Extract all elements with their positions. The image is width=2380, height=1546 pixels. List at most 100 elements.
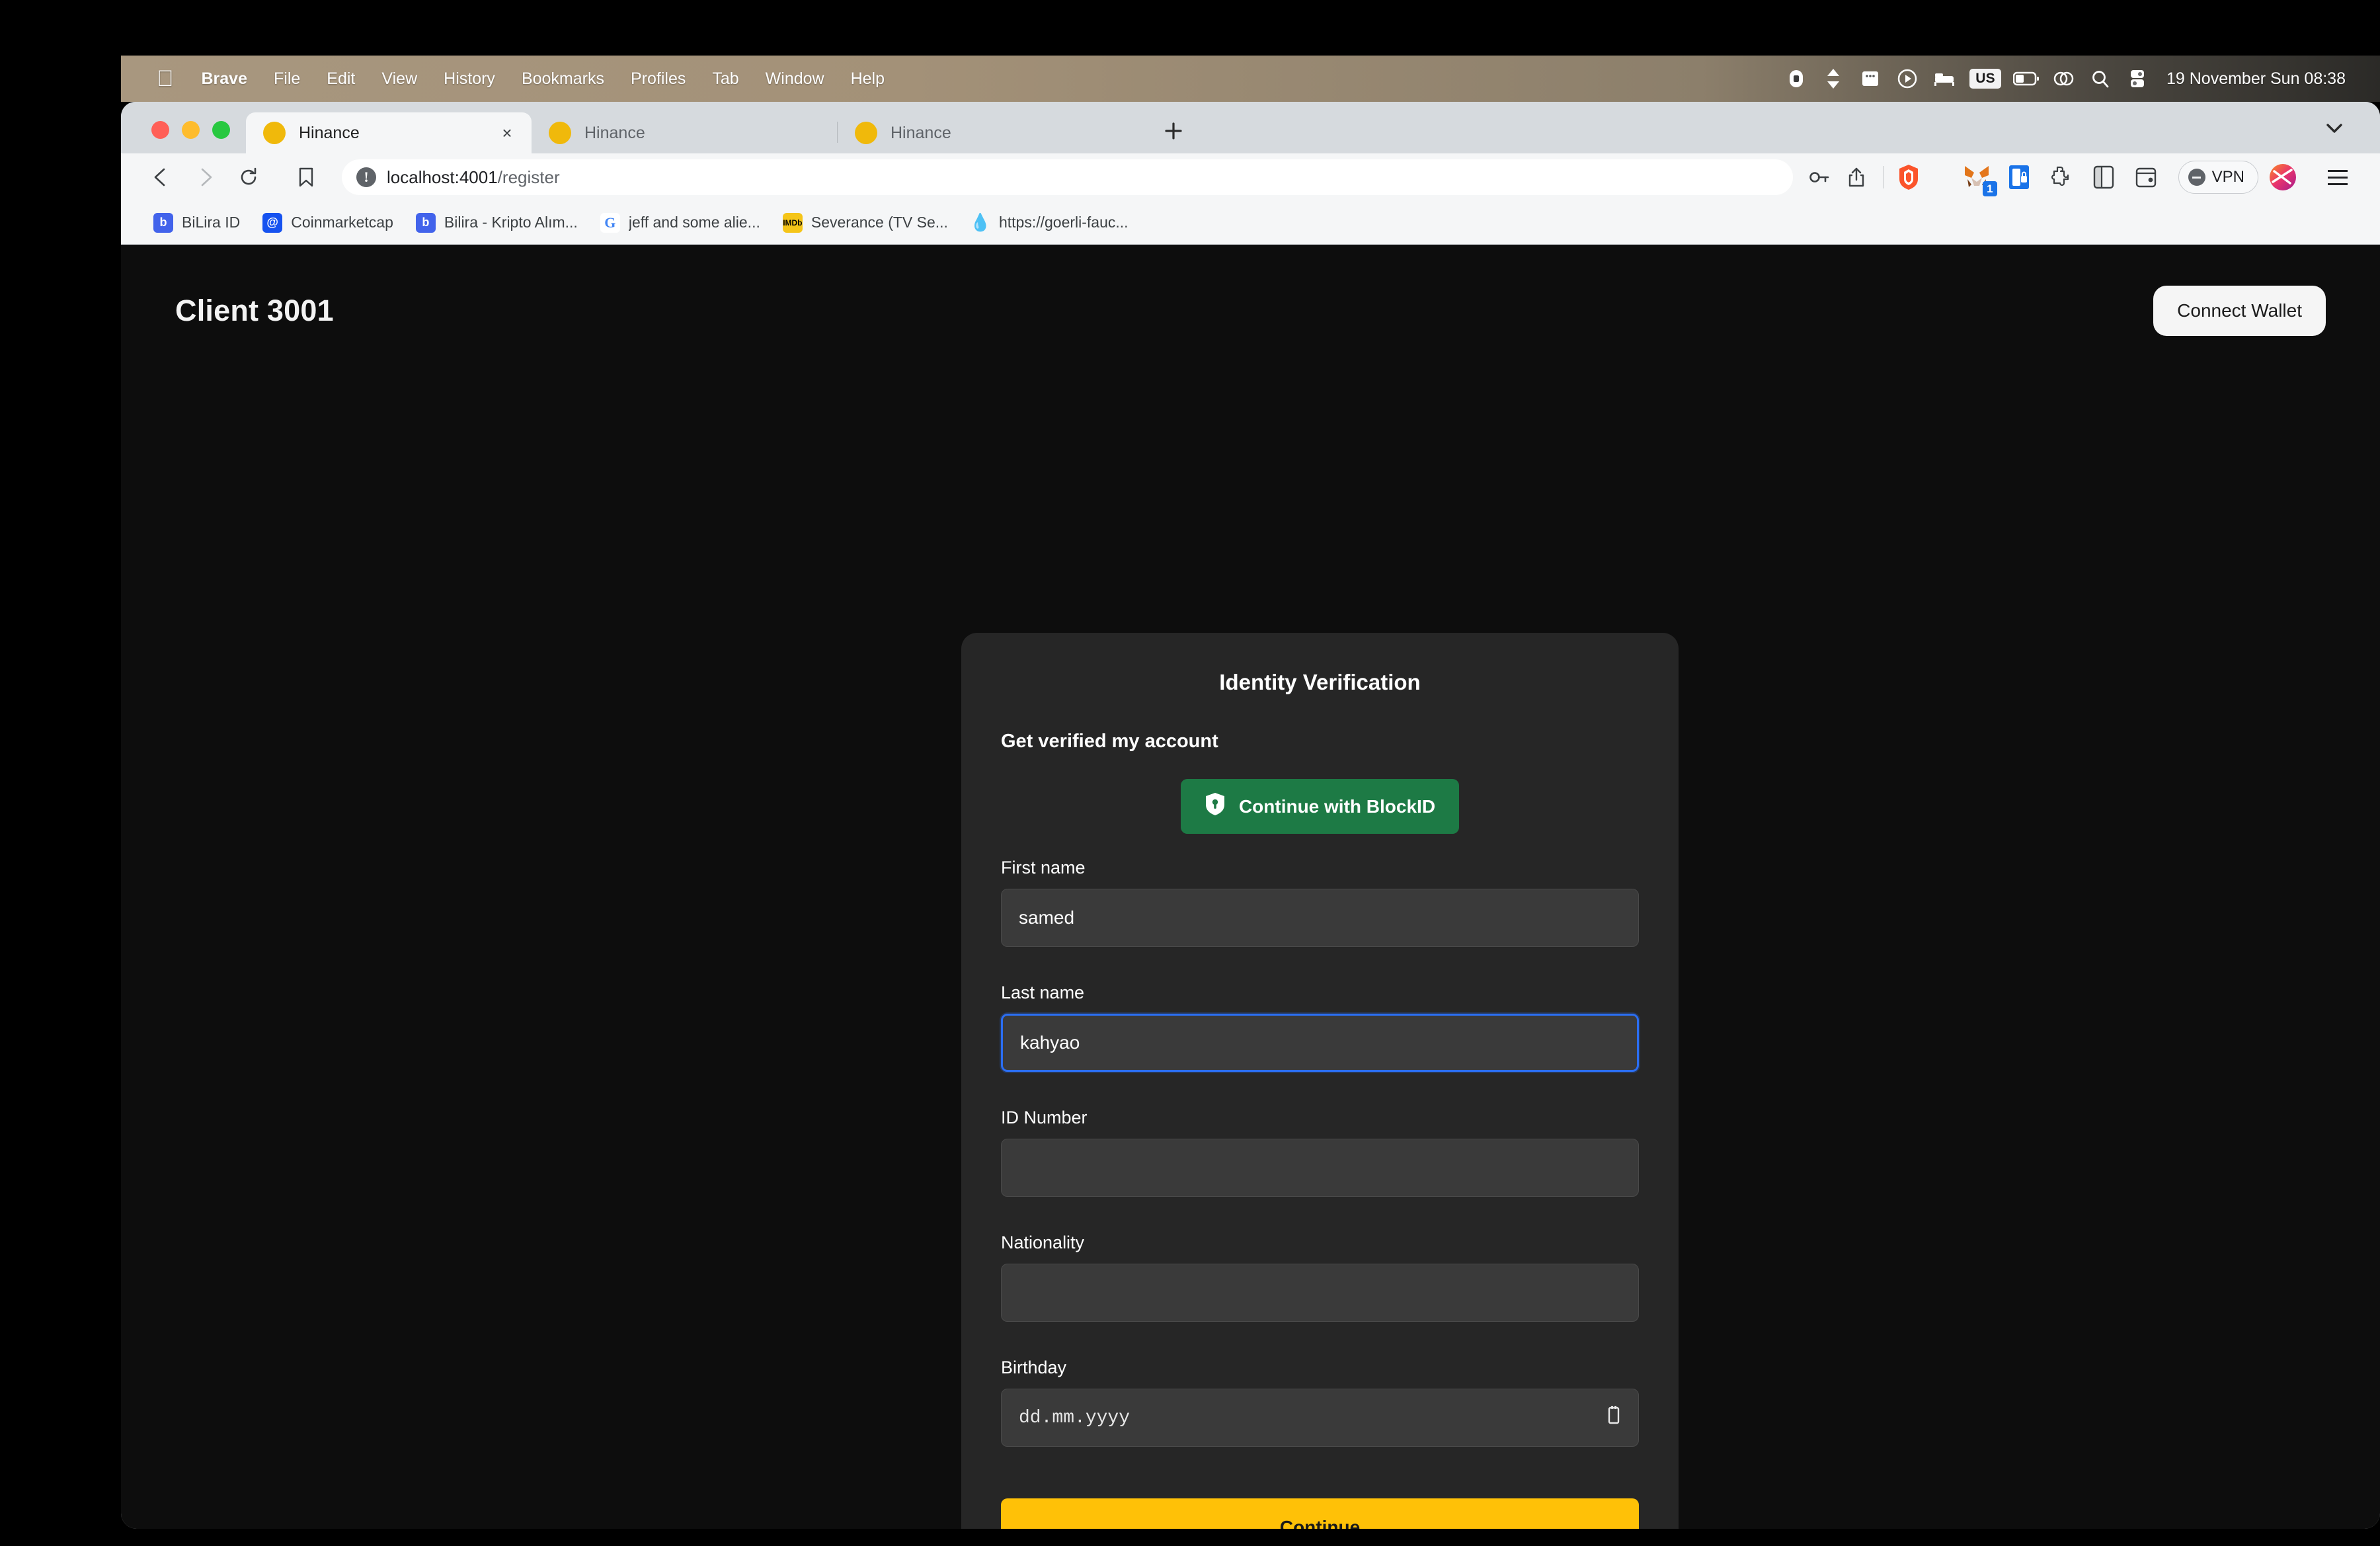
wallet-extension-icon[interactable] (2128, 159, 2164, 195)
hinance-favicon-icon (263, 122, 286, 144)
battery-icon[interactable] (2008, 63, 2045, 94)
connect-wallet-button[interactable]: Connect Wallet (2153, 286, 2326, 336)
tab-hinance-2[interactable]: Hinance (532, 112, 837, 153)
brave-lion-icon[interactable] (1893, 161, 1924, 193)
record-indicator-icon[interactable] (1778, 63, 1815, 94)
id-number-input[interactable] (1001, 1139, 1639, 1197)
not-secure-info-icon[interactable]: ! (356, 167, 376, 187)
tab-title: Hinance (584, 124, 825, 143)
first-name-input[interactable] (1001, 889, 1639, 947)
menu-history[interactable]: History (430, 69, 508, 89)
puzzle-extension-icon[interactable] (2043, 159, 2079, 195)
google-favicon-icon: G (600, 213, 620, 233)
menu-bookmarks[interactable]: Bookmarks (508, 69, 617, 89)
calendar-picker-icon[interactable] (1606, 1405, 1621, 1431)
tab-hinance-3[interactable]: Hinance (838, 112, 1143, 153)
brave-profile-avatar[interactable] (2265, 159, 2301, 195)
menu-brave[interactable]: Brave (188, 69, 261, 89)
bookmark-icon[interactable] (288, 160, 325, 194)
field-spacer (1001, 1205, 1639, 1233)
keyboard-layout-indicator[interactable]: US (1969, 69, 2001, 89)
play-circle-icon[interactable] (1889, 63, 1926, 94)
blockid-button-row: Continue with BlockID (1001, 779, 1639, 834)
bookmark-jeff-and-some-aliens[interactable]: G jeff and some alie... (589, 209, 772, 237)
menu-view[interactable]: View (368, 69, 430, 89)
brave-browser-window: Hinance × Hinance Hinance (121, 102, 2380, 1529)
updown-arrows-icon[interactable] (1815, 63, 1852, 94)
bookmark-bilira-kripto[interactable]: b Bilira - Kripto Alım... (405, 209, 589, 237)
nationality-input[interactable] (1001, 1264, 1639, 1322)
continue-with-blockid-button[interactable]: Continue with BlockID (1181, 779, 1459, 834)
desktop:  Brave File Edit View History Bookmarks… (0, 0, 2380, 1546)
field-last-name: Last name (1001, 983, 1639, 1072)
key-icon[interactable] (1802, 161, 1837, 193)
share-icon[interactable] (1839, 161, 1874, 193)
card-title: Identity Verification (1001, 670, 1639, 695)
bookmark-goerli-faucet[interactable]: 💧 https://goerli-fauc... (959, 209, 1140, 237)
omnibox-actions (1793, 161, 1924, 193)
hamburger-menu-icon[interactable] (2318, 159, 2358, 195)
reload-icon[interactable] (227, 159, 270, 196)
bookmark-bilira-id[interactable]: b BiLira ID (142, 209, 251, 237)
keyboard-icon[interactable] (1852, 63, 1889, 94)
bookmark-label: Bilira - Kripto Alım... (444, 214, 578, 231)
first-name-label: First name (1001, 858, 1639, 878)
url-path: /register (498, 167, 560, 187)
metamask-extension-icon[interactable]: 1 (1959, 159, 1995, 195)
field-spacer (1001, 1330, 1639, 1358)
metamask-badge-count: 1 (1983, 181, 1997, 196)
bed-icon[interactable] (1926, 63, 1963, 94)
shareplay-icon[interactable] (2045, 63, 2082, 94)
bookmark-label: Coinmarketcap (291, 214, 393, 231)
bookmarks-bar: b BiLira ID @ Coinmarketcap b Bilira - K… (121, 201, 2380, 245)
close-window-button[interactable] (151, 121, 169, 139)
new-tab-button[interactable] (1154, 112, 1193, 149)
address-bar[interactable]: ! localhost:4001/register (342, 159, 1793, 195)
bookmark-label: BiLira ID (182, 214, 240, 231)
menu-bar-clock[interactable]: 19 November Sun 08:38 (2156, 69, 2356, 89)
hinance-favicon-icon (549, 122, 571, 144)
menu-file[interactable]: File (260, 69, 313, 89)
birthday-placeholder: dd.mm.yyyy (1019, 1408, 1130, 1428)
close-tab-icon[interactable]: × (495, 120, 520, 145)
forward-arrow-icon (183, 159, 227, 196)
window-traffic-lights (121, 121, 246, 153)
tab-hinance-active[interactable]: Hinance × (246, 112, 532, 153)
url-host: localhost:4001 (387, 167, 498, 187)
web-page-content: Client 3001 Connect Wallet Identity Veri… (121, 245, 2380, 1529)
spotlight-search-icon[interactable] (2082, 63, 2119, 94)
vpn-button[interactable]: VPN (2178, 161, 2258, 194)
site-header: Client 3001 Connect Wallet (121, 245, 2380, 336)
menu-edit[interactable]: Edit (313, 69, 368, 89)
shield-lock-icon (1205, 792, 1226, 821)
page-title: Client 3001 (175, 294, 334, 328)
back-arrow-icon[interactable] (139, 159, 183, 196)
tab-title: Hinance (891, 124, 1131, 143)
secure-door-extension-icon[interactable] (2001, 159, 2037, 195)
field-birthday: Birthday dd.mm.yyyy (1001, 1358, 1639, 1447)
bookmark-label: jeff and some alie... (629, 214, 760, 231)
last-name-input[interactable] (1001, 1014, 1639, 1072)
field-id-number: ID Number (1001, 1108, 1639, 1197)
sidebar-panel-icon[interactable] (2086, 159, 2122, 195)
apple-logo-icon[interactable]:  (138, 67, 188, 90)
menu-bar-app-menus:  Brave File Edit View History Bookmarks… (138, 67, 898, 90)
field-spacer (1001, 1080, 1639, 1108)
bookmark-severance[interactable]: IMDb Severance (TV Se... (772, 209, 959, 237)
vpn-label: VPN (2212, 168, 2244, 186)
control-center-icon[interactable] (2119, 63, 2156, 94)
chevron-down-icon[interactable] (2311, 110, 2358, 147)
bookmark-coinmarketcap[interactable]: @ Coinmarketcap (251, 209, 405, 237)
menu-help[interactable]: Help (838, 69, 898, 89)
minimize-window-button[interactable] (182, 121, 200, 139)
menu-tab[interactable]: Tab (699, 69, 752, 89)
field-first-name: First name (1001, 858, 1639, 947)
birthday-input[interactable]: dd.mm.yyyy (1001, 1389, 1639, 1447)
continue-submit-button[interactable]: Continue (1001, 1498, 1639, 1529)
field-spacer (1001, 955, 1639, 983)
maximize-window-button[interactable] (212, 121, 230, 139)
birthday-label: Birthday (1001, 1358, 1639, 1378)
imdb-favicon-icon: IMDb (783, 213, 803, 233)
menu-profiles[interactable]: Profiles (617, 69, 699, 89)
menu-window[interactable]: Window (752, 69, 838, 89)
